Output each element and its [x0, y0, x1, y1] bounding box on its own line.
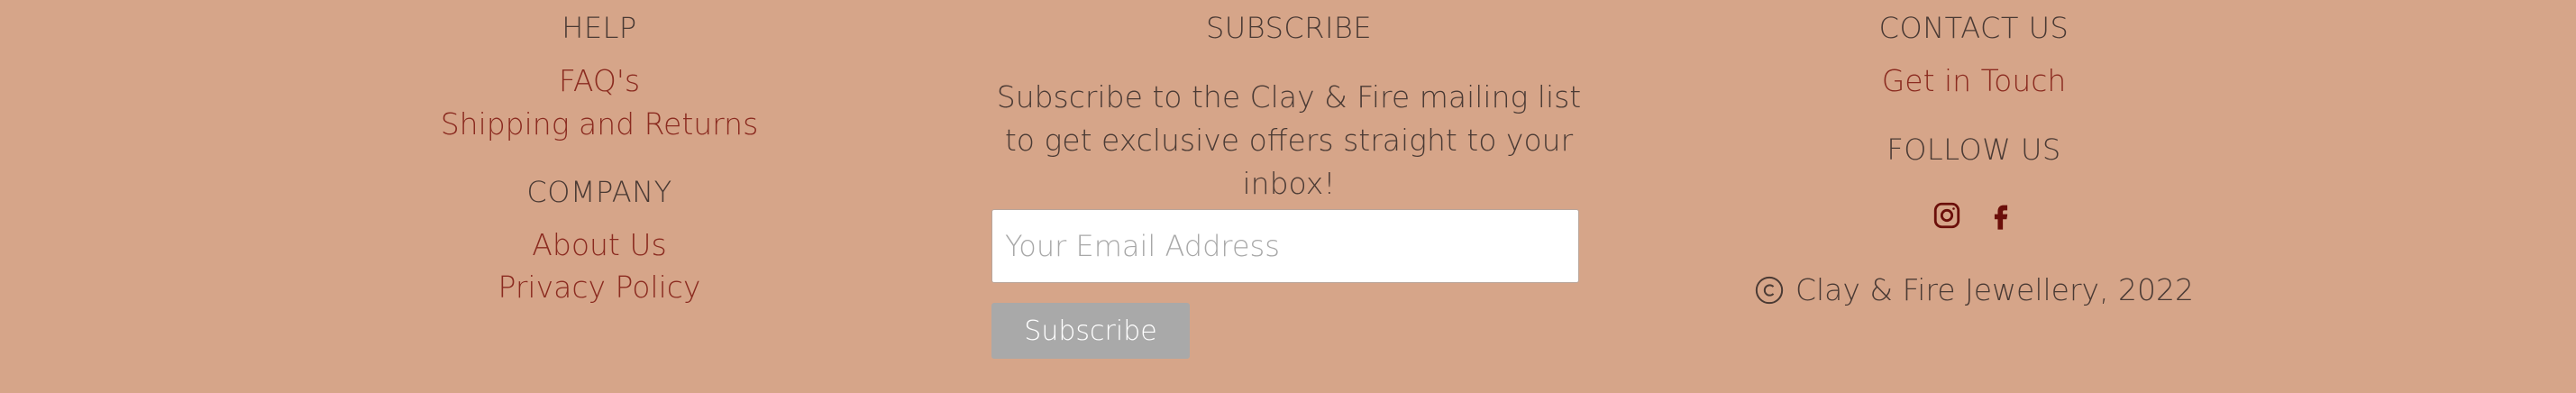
- faqs-link[interactable]: FAQ's: [419, 63, 780, 98]
- privacy-policy-link[interactable]: Privacy Policy: [419, 270, 780, 305]
- shipping-returns-link[interactable]: Shipping and Returns: [419, 106, 780, 142]
- copyright-icon: [1754, 275, 1785, 306]
- email-input[interactable]: [991, 209, 1579, 283]
- about-us-link[interactable]: About Us: [419, 227, 780, 262]
- follow-heading: FOLLOW US: [1886, 133, 2061, 167]
- company-heading: COMPANY: [526, 175, 672, 209]
- social-links: [1704, 200, 2244, 231]
- help-heading: HELP: [562, 11, 637, 45]
- subscribe-button[interactable]: Subscribe: [991, 303, 1190, 359]
- facebook-icon[interactable]: [1986, 200, 2016, 231]
- subscribe-description: Subscribe to the Clay & Fire mailing lis…: [996, 79, 1582, 201]
- copyright-text: Clay & Fire Jewellery, 2022: [1795, 272, 2195, 307]
- subscribe-heading: SUBSCRIBE: [1205, 11, 1373, 45]
- copyright-notice: Clay & Fire Jewellery, 2022: [1704, 272, 2244, 307]
- contact-heading: CONTACT US: [1878, 11, 2069, 45]
- instagram-icon[interactable]: [1932, 200, 1962, 231]
- get-in-touch-link[interactable]: Get in Touch: [1704, 63, 2244, 98]
